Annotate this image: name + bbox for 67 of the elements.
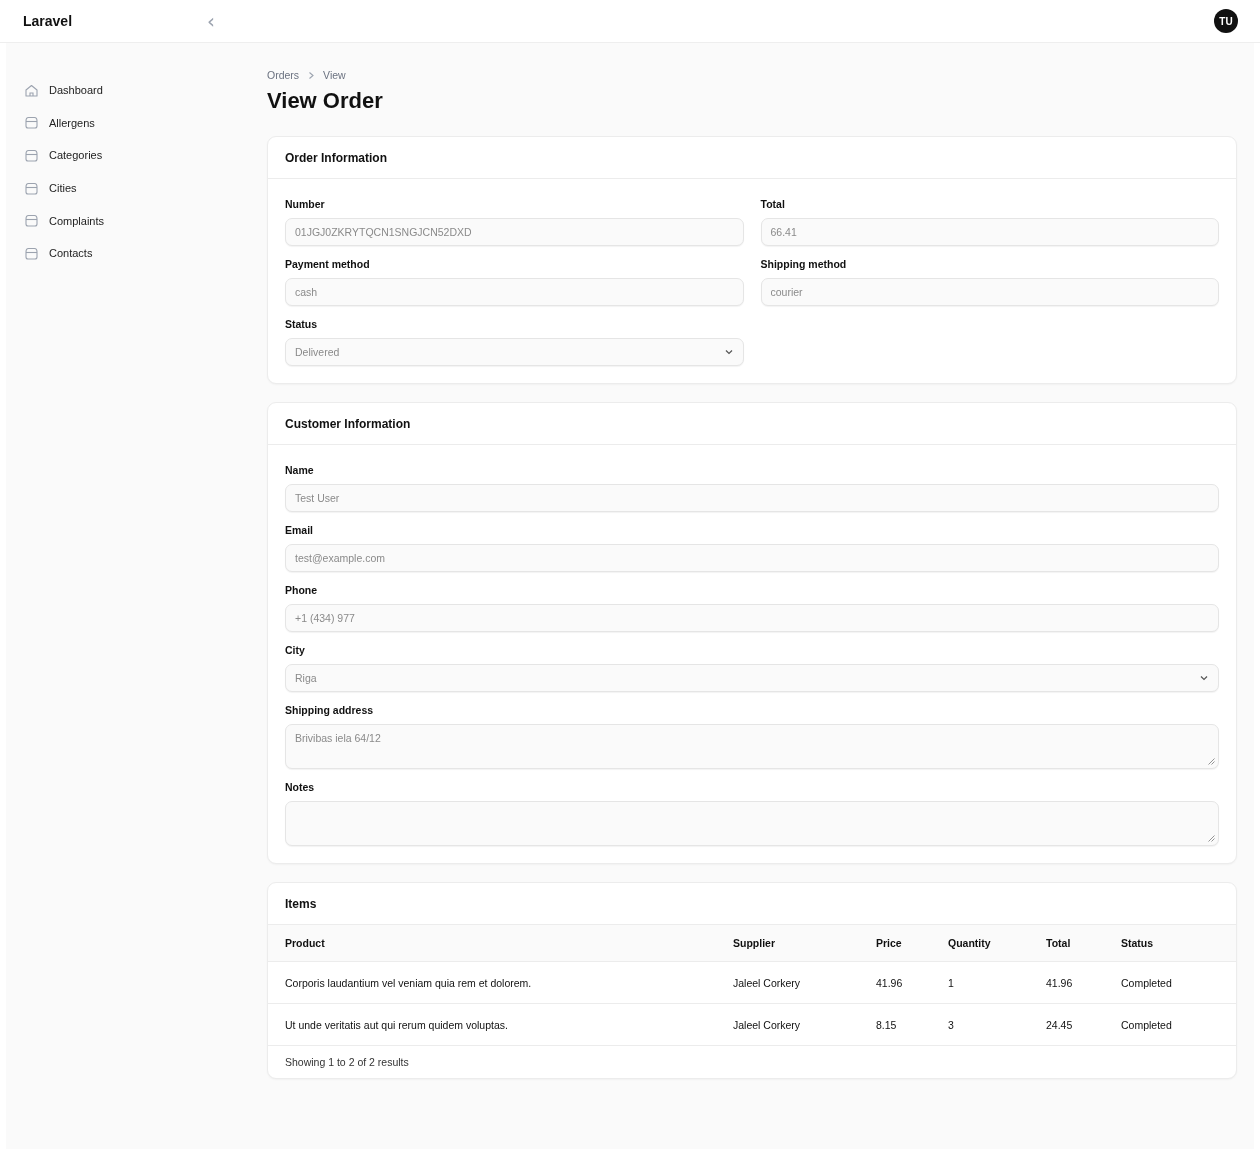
table-cell: 3 (931, 1003, 1029, 1046)
column-header: Status (1104, 925, 1236, 962)
column-header: Quantity (931, 925, 1029, 962)
column-header: Total (1029, 925, 1104, 962)
field-label: City (285, 644, 306, 656)
table-cell: Completed (1104, 961, 1236, 1004)
field-label: Notes (285, 781, 316, 793)
table-cell: 41.96 (859, 961, 931, 1004)
home-icon (24, 82, 39, 98)
breadcrumb-link[interactable]: View (323, 69, 346, 81)
tray-icon (24, 148, 39, 163)
sidebar-item[interactable]: Allergens (6, 106, 267, 140)
table-cell: Ut unde veritatis aut qui rerum quidem voluptas. (268, 1003, 716, 1046)
section-title: Order Information (285, 150, 387, 165)
table-cell: 41.96 (1029, 961, 1104, 1004)
sidebar-item[interactable]: Categories (6, 139, 267, 172)
textarea-field[interactable] (285, 801, 1219, 846)
tray-icon (24, 180, 39, 196)
select-field[interactable]: Delivered (285, 338, 744, 366)
breadcrumb-link[interactable]: Orders (267, 69, 300, 81)
tray-icon (24, 115, 39, 131)
table-cell: 1 (931, 961, 1029, 1004)
tray-icon (24, 245, 39, 261)
table-cell: 24.45 (1029, 1003, 1104, 1046)
column-header: Product (268, 925, 716, 962)
section-title: Items (285, 896, 317, 911)
section-title: Customer Information (285, 416, 411, 431)
field-label: Email (285, 524, 314, 536)
page-title: View Order (267, 88, 384, 114)
input-field[interactable]: test@example.com (285, 544, 1219, 572)
input-field[interactable]: +1 (434) 977 (285, 604, 1219, 632)
select-field[interactable]: Riga (285, 664, 1219, 692)
input-field[interactable]: cash (285, 278, 744, 306)
table-cell: Completed (1104, 1003, 1236, 1046)
input-field[interactable]: 01JGJ0ZKRYTQCN1SNGJCN52DXD (285, 218, 744, 246)
sidebar-item[interactable]: Complaints (6, 204, 267, 237)
table-cell: Jaleel Corkery (716, 961, 859, 1004)
textarea-field[interactable]: Brivibas iela 64/12 (285, 724, 1219, 769)
input-field[interactable]: courier (760, 278, 1219, 306)
resize-handle-icon (1208, 758, 1215, 765)
field-label: Total (760, 198, 786, 210)
table-cell: 8.15 (859, 1003, 931, 1046)
collapse-sidebar-button[interactable]: ‹ (203, 11, 219, 31)
input-field[interactable]: Test User (285, 484, 1219, 512)
column-header: Price (859, 925, 931, 962)
column-header: Supplier (716, 925, 859, 962)
resize-handle-icon (1208, 835, 1215, 842)
sidebar-item[interactable]: Cities (6, 171, 267, 205)
field-label: Shipping method (760, 258, 848, 270)
field-label: Phone (285, 584, 319, 596)
chevron-right-icon (307, 70, 316, 80)
table-cell: Corporis laudantium vel veniam quia rem et dolorem. (268, 961, 716, 1004)
pagination-summary: Showing 1 to 2 of 2 results (285, 1056, 409, 1068)
field-label: Payment method (285, 258, 371, 270)
field-label: Number (285, 198, 326, 210)
input-field[interactable]: 66.41 (760, 218, 1219, 246)
tray-icon (24, 213, 39, 229)
chevron-down-icon (1199, 673, 1209, 683)
field-label: Name (285, 464, 315, 476)
sidebar-item[interactable]: Contacts (6, 236, 267, 270)
sidebar-item[interactable]: Dashboard (6, 74, 267, 107)
user-avatar[interactable]: TU (1214, 9, 1238, 33)
field-label: Status (285, 318, 319, 330)
chevron-down-icon (723, 347, 734, 357)
field-label: Shipping address (285, 704, 375, 716)
table-cell: Jaleel Corkery (716, 1003, 859, 1046)
brand-logo[interactable]: Laravel (17, 13, 203, 29)
